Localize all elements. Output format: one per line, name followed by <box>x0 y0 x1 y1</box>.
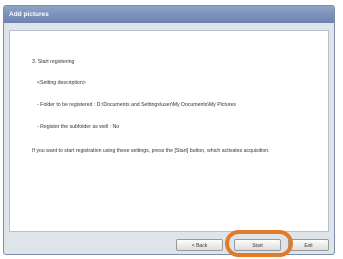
back-button[interactable]: < Back <box>176 239 223 251</box>
add-pictures-dialog: Add pictures 3. Start registering <Setti… <box>3 5 335 255</box>
instruction-text: If you want to start registration using … <box>32 148 270 154</box>
window-title: Add pictures <box>4 6 334 23</box>
step-heading: 3. Start registering <box>32 59 75 65</box>
start-highlight-ring <box>225 230 293 257</box>
exit-button[interactable]: Exit <box>288 239 329 251</box>
setting-description-label: <Setting description> <box>37 80 86 86</box>
subfolder-setting: - Register the subfolder as well : No <box>37 124 120 130</box>
folder-setting: - Folder to be registered : D:\Documents… <box>37 102 236 108</box>
content-panel: 3. Start registering <Setting descriptio… <box>9 30 329 232</box>
